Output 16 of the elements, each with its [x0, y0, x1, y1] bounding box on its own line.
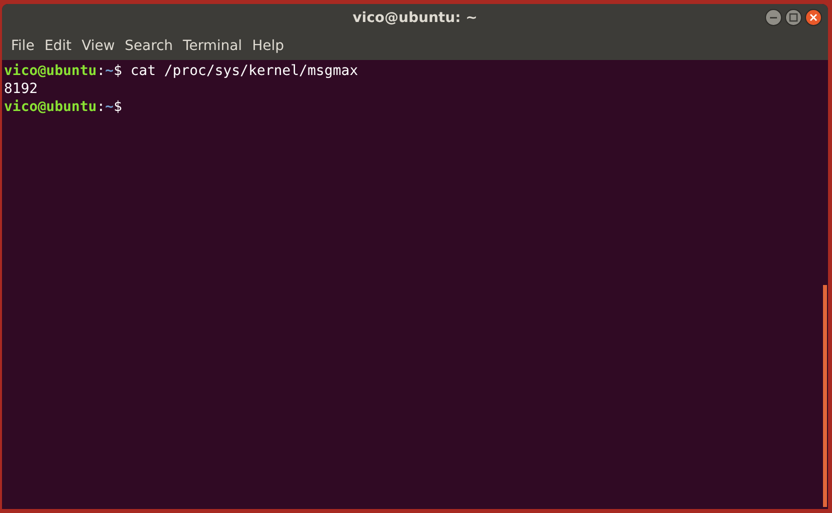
window-title: vico@ubuntu: ~ [352, 10, 478, 26]
maximize-button[interactable] [785, 9, 802, 26]
menu-item[interactable]: Search [120, 38, 178, 54]
menu-item[interactable]: View [76, 38, 120, 54]
close-button[interactable] [805, 9, 822, 26]
close-icon [809, 13, 818, 22]
menu-item[interactable]: Help [247, 38, 289, 54]
menu-item[interactable]: Edit [39, 38, 77, 54]
menu-item[interactable]: Terminal [178, 38, 248, 54]
minimize-button[interactable] [765, 9, 782, 26]
output-line: 8192 [4, 80, 39, 98]
maximize-icon [789, 13, 798, 22]
scrollbar-thumb[interactable] [823, 285, 827, 507]
menu-item[interactable]: File [6, 38, 40, 54]
prompt-line: vico@ubuntu:~$ [4, 98, 124, 116]
prompt-line: vico@ubuntu:~$ cat /proc/sys/kernel/msgmax [4, 62, 360, 80]
